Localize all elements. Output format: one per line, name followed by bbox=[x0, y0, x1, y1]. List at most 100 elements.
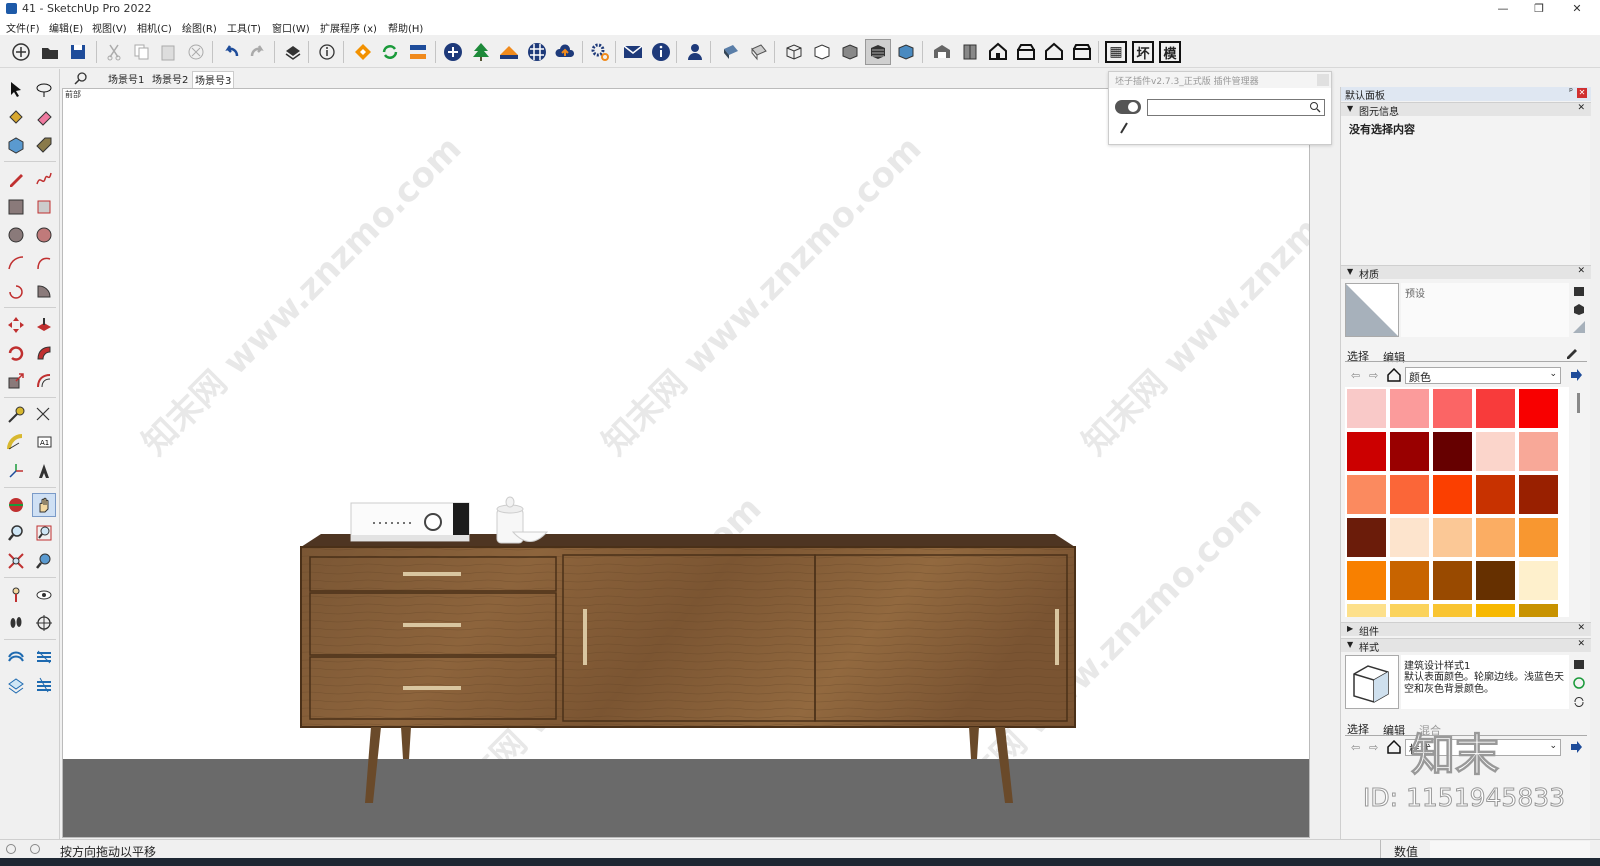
color-swatch[interactable] bbox=[1347, 432, 1386, 471]
material-library-select[interactable]: 颜色 ⌄ bbox=[1405, 367, 1561, 384]
color-swatch[interactable] bbox=[1476, 389, 1515, 428]
back-arrow-icon[interactable]: ⇦ bbox=[1351, 369, 1363, 382]
create-material-icon[interactable] bbox=[1573, 303, 1585, 315]
credits-icon[interactable] bbox=[30, 844, 40, 854]
paste-icon[interactable] bbox=[155, 39, 181, 65]
styles-home-icon[interactable] bbox=[1387, 739, 1401, 754]
lasso-select-icon[interactable] bbox=[32, 77, 56, 101]
style-refresh-icon[interactable] bbox=[1573, 696, 1585, 708]
text-icon[interactable]: A1 bbox=[32, 431, 56, 455]
plugin-huai-button[interactable]: 坏 bbox=[1132, 41, 1154, 63]
color-swatch[interactable] bbox=[1519, 561, 1558, 600]
plugin-search-icon[interactable] bbox=[1309, 101, 1321, 113]
model-viewport[interactable]: 前部 知末网 www.znzmo.com 知末网 www.znzmo.com 知… bbox=[62, 88, 1310, 838]
components-header[interactable]: ▶ 组件 ✕ bbox=[1341, 622, 1591, 638]
make-component-icon[interactable] bbox=[4, 133, 28, 157]
scale-icon[interactable] bbox=[4, 369, 28, 393]
measurements-input[interactable] bbox=[1430, 841, 1590, 858]
redo-icon[interactable] bbox=[245, 39, 271, 65]
undo-icon[interactable] bbox=[218, 39, 244, 65]
color-swatch[interactable] bbox=[1390, 561, 1429, 600]
iso-view-icon[interactable] bbox=[929, 39, 955, 65]
arc-icon[interactable] bbox=[4, 251, 28, 275]
tree-icon[interactable] bbox=[468, 39, 494, 65]
plugin-toggle[interactable] bbox=[1115, 100, 1141, 114]
sandbox-smoove-icon[interactable] bbox=[4, 673, 28, 697]
3d-text-icon[interactable] bbox=[32, 459, 56, 483]
color-swatch[interactable] bbox=[1390, 432, 1429, 471]
section-plane-icon[interactable] bbox=[32, 611, 56, 635]
paint-bucket-icon[interactable] bbox=[4, 105, 28, 129]
style-update-icon[interactable] bbox=[1573, 677, 1585, 689]
copy-icon[interactable] bbox=[128, 39, 154, 65]
default-material-icon[interactable] bbox=[1573, 321, 1585, 333]
zoom-extents-icon[interactable] bbox=[4, 549, 28, 573]
wire-box-icon[interactable] bbox=[746, 39, 772, 65]
styles-forward-arrow-icon[interactable]: ⇨ bbox=[1369, 741, 1381, 754]
materials-tab-edit[interactable]: 编辑 bbox=[1383, 349, 1405, 365]
shaded-box-icon[interactable] bbox=[718, 39, 744, 65]
menu-extensions[interactable]: 扩展程序 (x) bbox=[320, 20, 377, 35]
model-info-icon[interactable] bbox=[314, 39, 340, 65]
color-swatch[interactable] bbox=[1433, 389, 1472, 428]
menu-file[interactable]: 文件(F) bbox=[6, 20, 40, 35]
rectangle-icon[interactable] bbox=[4, 195, 28, 219]
settings-gears-icon[interactable] bbox=[587, 39, 613, 65]
menu-tools[interactable]: 工具(T) bbox=[227, 20, 261, 35]
swap-arrows-icon[interactable] bbox=[405, 39, 431, 65]
sandbox-contours-icon[interactable] bbox=[4, 645, 28, 669]
scene-search-icon[interactable] bbox=[74, 71, 88, 85]
color-swatch[interactable] bbox=[1347, 475, 1386, 514]
color-swatch[interactable] bbox=[1390, 604, 1429, 617]
eraser-icon[interactable] bbox=[32, 105, 56, 129]
zoom-icon[interactable] bbox=[4, 521, 28, 545]
plugin-brush-icon[interactable] bbox=[1119, 122, 1129, 134]
table-grid-icon[interactable]: ▦ bbox=[1105, 41, 1127, 63]
color-swatch[interactable] bbox=[1519, 432, 1558, 471]
circle-icon[interactable] bbox=[4, 223, 28, 247]
color-swatch[interactable] bbox=[1519, 389, 1558, 428]
layers-color-icon[interactable] bbox=[496, 39, 522, 65]
color-swatch[interactable] bbox=[1433, 561, 1472, 600]
polygon-icon[interactable] bbox=[32, 223, 56, 247]
close-button[interactable]: ✕ bbox=[1554, 0, 1600, 18]
menu-help[interactable]: 帮助(H) bbox=[388, 20, 423, 35]
back-view-icon[interactable] bbox=[1041, 39, 1067, 65]
color-swatch[interactable] bbox=[1519, 518, 1558, 557]
scene-tab-3[interactable]: 场景号3 bbox=[192, 71, 235, 88]
walk-icon[interactable] bbox=[4, 611, 28, 635]
color-swatch[interactable] bbox=[1476, 518, 1515, 557]
three-point-arc-icon[interactable] bbox=[4, 279, 28, 303]
geo-location-icon[interactable] bbox=[6, 844, 16, 854]
plugin-search-input[interactable] bbox=[1147, 99, 1325, 116]
sandbox-scratch-icon[interactable] bbox=[32, 645, 56, 669]
rotated-rectangle-icon[interactable] bbox=[32, 195, 56, 219]
tape-measure-icon[interactable] bbox=[4, 403, 28, 427]
scene-tab-1[interactable]: 场景号1 bbox=[106, 71, 146, 86]
color-swatch[interactable] bbox=[1519, 604, 1558, 617]
follow-me-icon[interactable] bbox=[32, 341, 56, 365]
color-swatch[interactable] bbox=[1390, 518, 1429, 557]
swatch-scrollbar[interactable] bbox=[1577, 393, 1580, 413]
orbit-icon[interactable] bbox=[4, 493, 28, 517]
home-icon[interactable] bbox=[1387, 367, 1401, 382]
hidden-line-icon[interactable] bbox=[809, 39, 835, 65]
dimension-icon[interactable] bbox=[32, 403, 56, 427]
sandbox-stamp-icon[interactable] bbox=[32, 673, 56, 697]
previous-view-icon[interactable] bbox=[32, 549, 56, 573]
new-icon[interactable] bbox=[8, 39, 34, 65]
pie-icon[interactable] bbox=[32, 279, 56, 303]
tag-icon[interactable] bbox=[32, 133, 56, 157]
print-icon[interactable] bbox=[280, 39, 306, 65]
color-swatch[interactable] bbox=[1347, 389, 1386, 428]
color-swatch[interactable] bbox=[1433, 475, 1472, 514]
pan-hand-icon[interactable] bbox=[32, 493, 56, 517]
color-swatch[interactable] bbox=[1390, 389, 1429, 428]
menu-edit[interactable]: 编辑(E) bbox=[49, 20, 83, 35]
xray-style-icon[interactable] bbox=[781, 39, 807, 65]
refresh-icon[interactable] bbox=[377, 39, 403, 65]
color-swatch[interactable] bbox=[1519, 475, 1558, 514]
color-swatch[interactable] bbox=[1433, 518, 1472, 557]
freehand-icon[interactable] bbox=[32, 167, 56, 191]
scene-tab-2[interactable]: 场景号2 bbox=[150, 71, 190, 86]
